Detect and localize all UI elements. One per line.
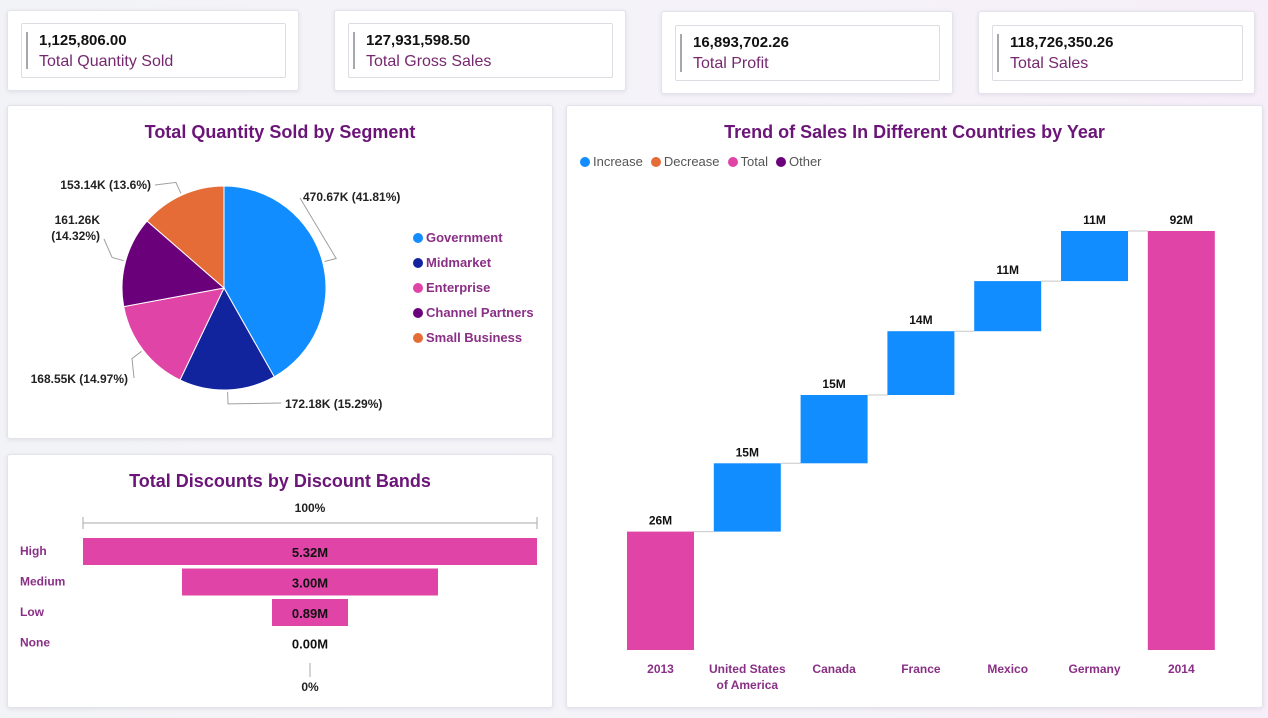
legend-label: Midmarket: [426, 255, 492, 270]
pie-legend-item[interactable]: Channel Partners: [413, 305, 534, 320]
kpi-card-gross-sales: 127,931,598.50 Total Gross Sales: [334, 10, 626, 91]
kpi-frame: 118,726,350.26 Total Sales: [992, 25, 1243, 81]
pie-legend-item[interactable]: Midmarket: [413, 255, 491, 270]
waterfall-category-label: United States of America: [709, 662, 786, 692]
kpi-accent-bar: [680, 34, 682, 72]
waterfall-value-label: 14M: [909, 313, 932, 327]
waterfall-value-label: 92M: [1170, 213, 1193, 227]
pie-data-label: 168.55K (14.97%): [31, 372, 128, 386]
kpi-value: 118,726,350.26: [1010, 34, 1114, 51]
funnel-category-label: High: [20, 544, 47, 558]
waterfall-value-label: 15M: [822, 377, 845, 391]
funnel-value-label: 0.00M: [292, 637, 328, 652]
waterfall-value-label: 11M: [1083, 213, 1106, 227]
waterfall-category-label: Canada: [812, 662, 856, 676]
kpi-value: 127,931,598.50: [366, 32, 471, 49]
waterfall-bar[interactable]: [713, 463, 781, 532]
waterfall-bar[interactable]: [1061, 231, 1128, 282]
legend-marker-icon: [413, 257, 423, 268]
funnel-chart-panel: Total Discounts by Discount Bands 100% Hi…: [7, 454, 553, 708]
waterfall-category-label: Mexico: [987, 662, 1028, 676]
kpi-accent-bar: [26, 32, 28, 69]
waterfall-category-label: France: [901, 662, 941, 676]
kpi-label: Total Profit: [693, 55, 769, 72]
kpi-card-quantity: 1,125,806.00 Total Quantity Sold: [7, 10, 299, 91]
pie-data-label: 153.14K (13.6%): [60, 178, 151, 192]
waterfall-bar[interactable]: [627, 531, 694, 650]
kpi-value: 16,893,702.26: [693, 34, 789, 51]
pie-chart: 470.67K (41.81%) 172.18K (15.29%) 168.55K …: [31, 178, 401, 411]
funnel-category-label: Medium: [20, 575, 65, 589]
pie-leader-line: [154, 181, 182, 194]
legend-label: Enterprise: [426, 280, 491, 295]
pie-chart-panel: Total Quantity Sold by Segment 470.67K (…: [7, 105, 553, 439]
legend-marker-icon: [413, 332, 423, 343]
pie-data-label: 470.67K (41.81%): [303, 190, 400, 204]
funnel-top-label: 100%: [295, 501, 326, 515]
waterfall-chart: 26M 2013 15M United States of America 15M Cana…: [627, 213, 1215, 692]
waterfall-bar[interactable]: [887, 331, 955, 395]
waterfall-category-label: 2014: [1168, 662, 1195, 676]
legend-label: Channel Partners: [426, 305, 534, 320]
kpi-accent-bar: [997, 34, 999, 72]
funnel-value-label: 0.89M: [292, 606, 328, 621]
legend-label: Small Business: [426, 330, 523, 345]
pie-data-label: 161.26K (14.32%): [51, 213, 100, 243]
pie-legend-item[interactable]: Small Business: [413, 330, 522, 345]
kpi-card-sales: 118,726,350.26 Total Sales: [978, 11, 1255, 94]
pie-data-label: 172.18K (15.29%): [285, 397, 382, 411]
waterfall-value-label: 11M: [996, 263, 1019, 277]
funnel-bottom-label: 0%: [301, 680, 319, 694]
kpi-label: Total Gross Sales: [366, 53, 492, 70]
pie-leader-line: [227, 391, 282, 405]
kpi-value: 1,125,806.00: [39, 32, 127, 49]
legend-marker-icon: [413, 282, 423, 293]
waterfall-category-label: Germany: [1068, 662, 1120, 676]
kpi-frame: 127,931,598.50 Total Gross Sales: [348, 23, 613, 78]
funnel-category-label: Low: [20, 605, 45, 619]
kpi-card-profit: 16,893,702.26 Total Profit: [661, 11, 953, 94]
legend-marker-icon: [413, 307, 423, 318]
pie-leader-line: [131, 350, 142, 379]
waterfall-category-label: 2013: [647, 662, 674, 676]
kpi-label: Total Quantity Sold: [39, 53, 174, 70]
kpi-label: Total Sales: [1010, 55, 1089, 72]
funnel-category-label: None: [20, 636, 50, 650]
waterfall-bar[interactable]: [800, 395, 868, 464]
pie-leader-line: [103, 238, 124, 262]
kpi-frame: 1,125,806.00 Total Quantity Sold: [21, 23, 286, 78]
pie-legend-item[interactable]: Enterprise: [413, 280, 490, 295]
funnel-value-label: 3.00M: [292, 576, 328, 591]
kpi-frame: 16,893,702.26 Total Profit: [675, 25, 940, 81]
waterfall-bar[interactable]: [974, 281, 1042, 332]
legend-marker-icon: [413, 232, 423, 243]
waterfall-value-label: 26M: [649, 514, 672, 528]
kpi-accent-bar: [353, 32, 355, 69]
waterfall-bar[interactable]: [1147, 231, 1215, 650]
funnel-value-label: 5.32M: [292, 545, 328, 560]
pie-legend-item[interactable]: Government: [413, 230, 503, 245]
legend-label: Government: [426, 230, 503, 245]
waterfall-chart-panel: Trend of Sales In Different Countries by…: [566, 105, 1263, 708]
funnel-chart: 100% High 5.32M Medium 3.00M Low 0.89M None 0.00…: [20, 501, 538, 694]
waterfall-value-label: 15M: [736, 445, 759, 459]
